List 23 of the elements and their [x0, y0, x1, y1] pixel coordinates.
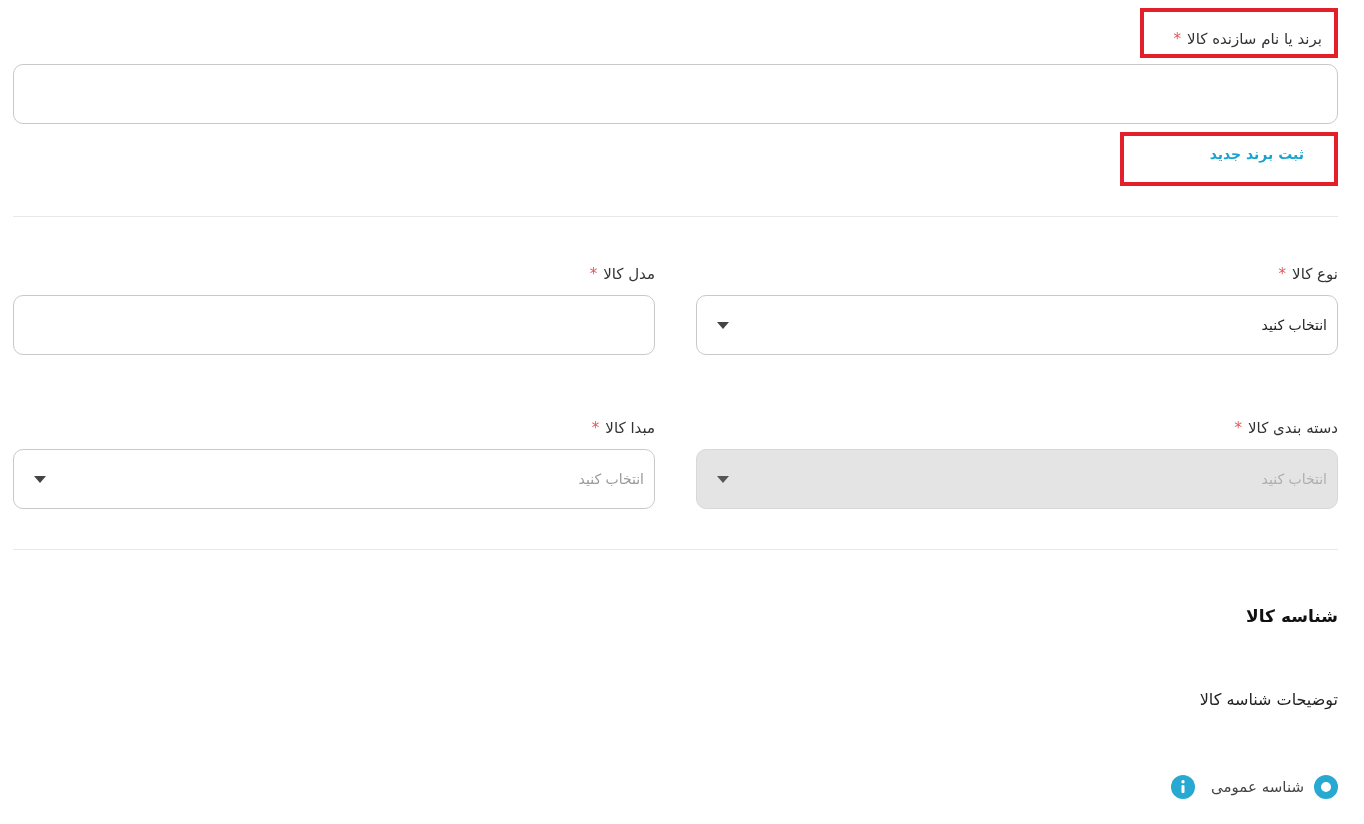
radio-label: شناسه عمومی [1211, 778, 1304, 796]
brand-input[interactable] [13, 64, 1338, 124]
required-mark: * [1173, 30, 1182, 48]
caret-icon [717, 475, 729, 483]
caret-icon [34, 475, 46, 483]
new-brand-link[interactable]: ثبت برند جدید [1209, 146, 1304, 162]
field-label: مدل کالا [603, 265, 655, 283]
field-label: نوع کالا [1292, 265, 1338, 283]
required-mark: * [1278, 265, 1287, 283]
required-mark: * [589, 265, 598, 283]
section-title: شناسه کالا [1245, 606, 1338, 626]
radio-button[interactable] [1314, 775, 1338, 799]
input-field[interactable] [13, 295, 655, 355]
section-description: توضیحات شناسه کالا [1198, 690, 1338, 709]
select-field[interactable]: انتخاب کنید [13, 449, 655, 509]
field-label: مبدا کالا [605, 419, 655, 437]
required-mark: * [1234, 419, 1243, 437]
required-mark: * [591, 419, 600, 437]
field-label: دسته بندی کالا [1248, 419, 1338, 437]
select-field[interactable]: انتخاب کنید [696, 295, 1338, 355]
caret-icon [717, 321, 729, 329]
info-icon[interactable] [1171, 775, 1196, 799]
field-label: برند یا نام سازنده کالا [1187, 30, 1322, 48]
